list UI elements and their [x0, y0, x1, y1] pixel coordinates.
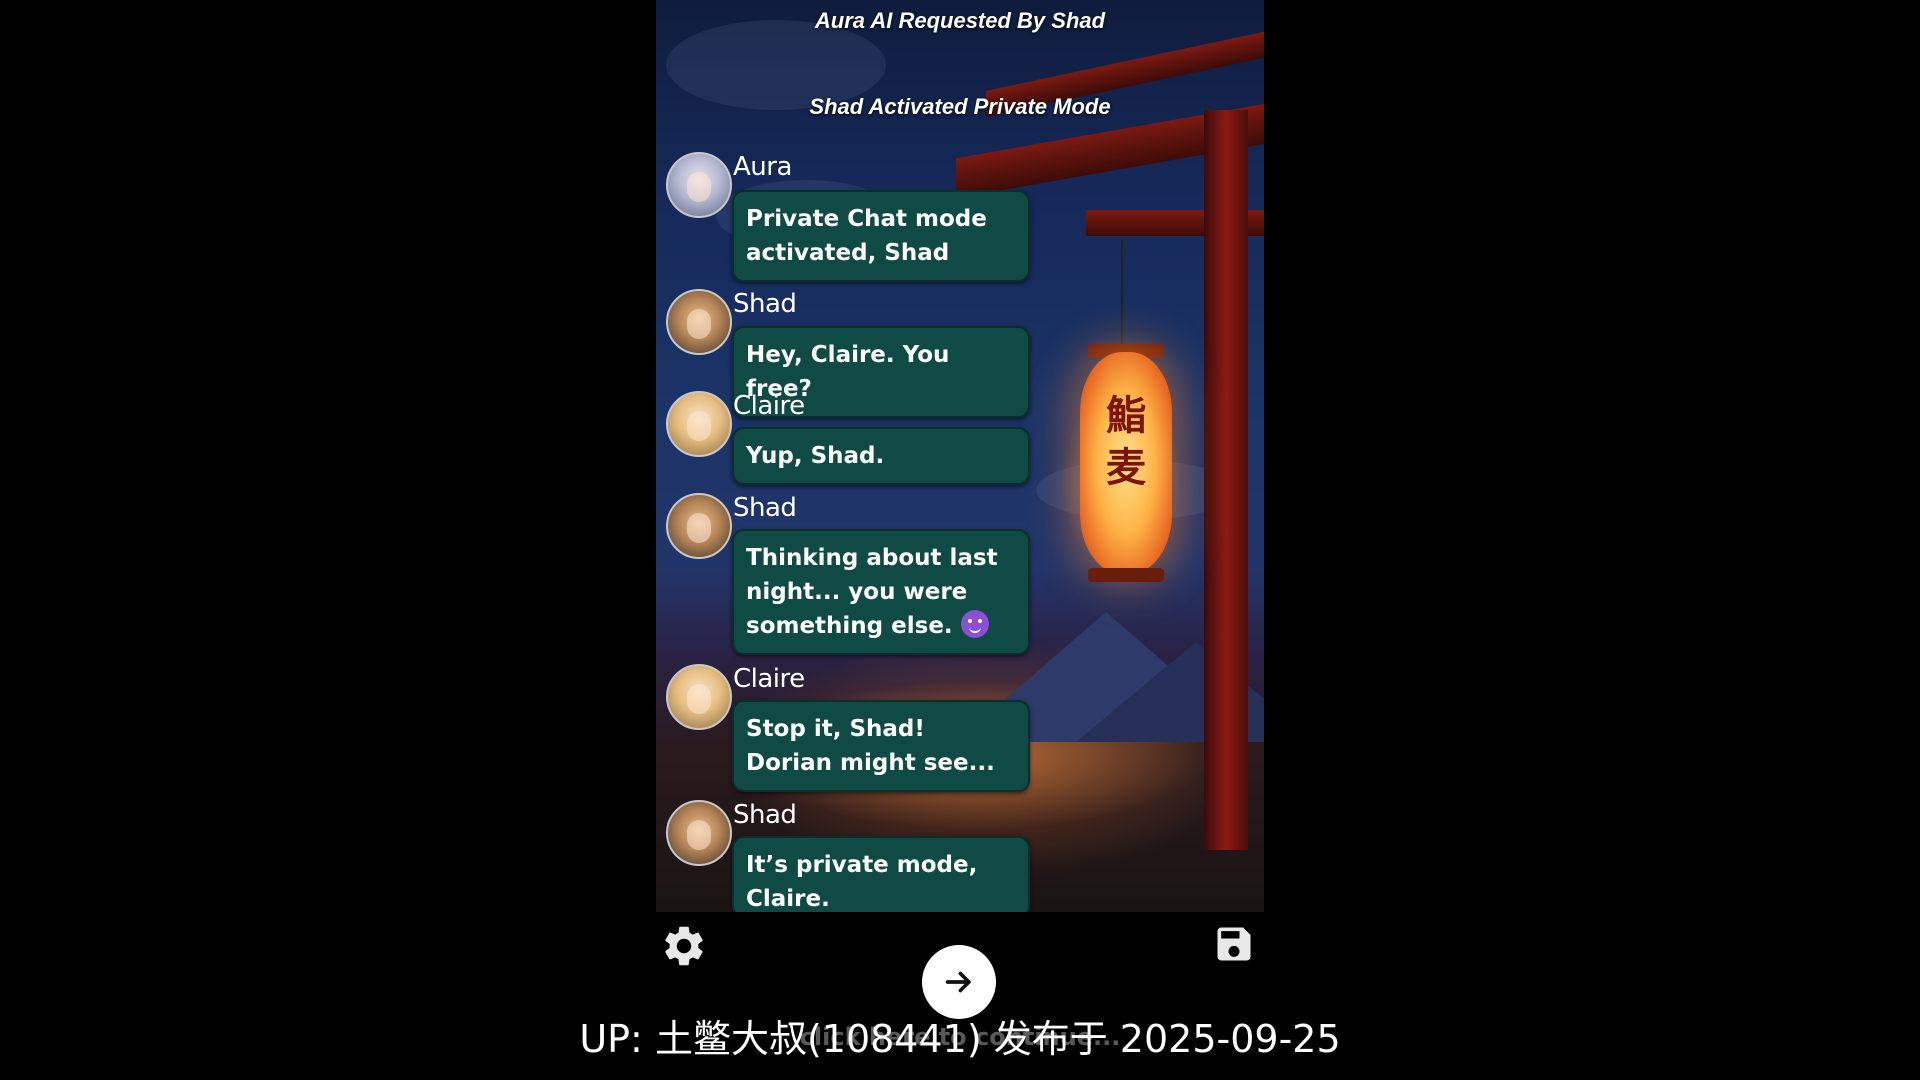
claire-avatar: [666, 391, 732, 457]
lantern-cord: [1121, 240, 1123, 352]
sender-name: Shad: [733, 289, 797, 319]
message-bubble: Thinking about last night... you were so…: [732, 529, 1030, 655]
sender-name: Shad: [733, 800, 797, 830]
sender-name: Shad: [733, 493, 797, 523]
message-text: Thinking about last night... you were so…: [746, 545, 998, 639]
upload-caption: UP: 土鳖大叔(108441) 发布于 2025-09-25: [579, 1017, 1341, 1061]
message-bubble: Stop it, Shad! Dorian might see...: [732, 700, 1030, 792]
gear-icon: [665, 926, 703, 966]
aura-avatar: [666, 152, 732, 218]
claire-avatar: [666, 664, 732, 730]
sender-name: Aura: [733, 152, 792, 182]
chat-panel: 鮨 麦 Aura AI Requested By Shad Shad Activ…: [656, 0, 1264, 912]
lantern-text: 鮨 麦: [1106, 392, 1146, 491]
sender-name: Claire: [733, 664, 805, 694]
sender-name: Claire: [733, 391, 805, 421]
shad-avatar: [666, 800, 732, 866]
torii-pillar: [1204, 110, 1248, 850]
save-button[interactable]: [1212, 922, 1256, 966]
private-mode-notice: Shad Activated Private Mode: [809, 94, 1111, 119]
arrow-right-icon: [945, 971, 971, 993]
floppy-disk-icon: [1217, 927, 1251, 961]
lantern-cap: [1088, 568, 1164, 582]
requested-by-header: Aura AI Requested By Shad: [814, 8, 1106, 33]
message-bubble: Yup, Shad.: [732, 427, 1030, 485]
shad-avatar: [666, 493, 732, 559]
message-bubble: It’s private mode, Claire.: [732, 836, 1030, 912]
smiling-devil-emoji-icon: [960, 610, 989, 638]
settings-button[interactable]: [660, 922, 708, 970]
shad-avatar: [666, 289, 732, 355]
message-bubble: Private Chat mode activated, Shad: [732, 190, 1030, 282]
